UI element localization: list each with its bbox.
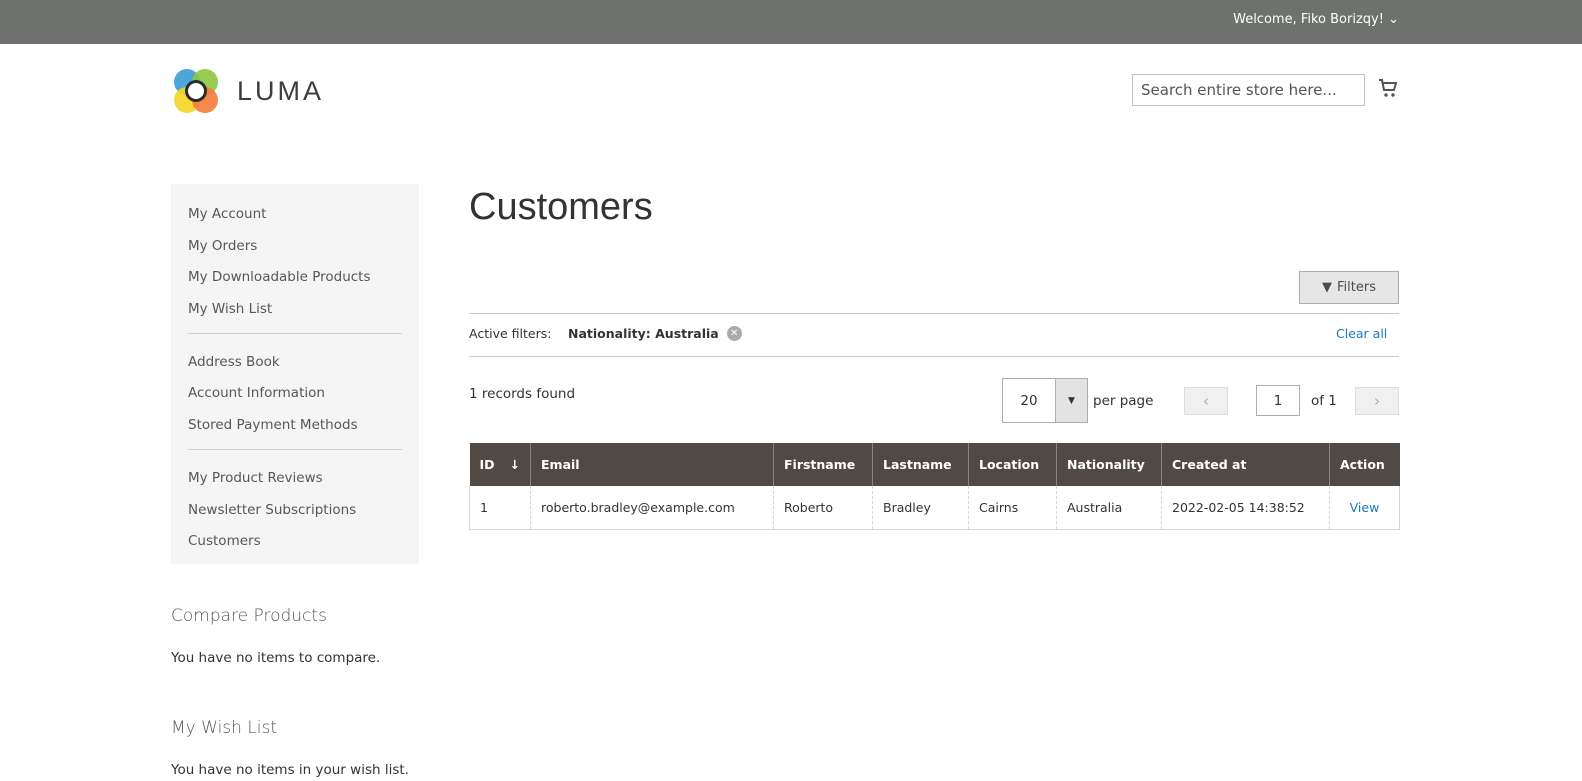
divider bbox=[469, 356, 1399, 357]
filter-icon: ▼ bbox=[1322, 280, 1333, 295]
cell-id: 1 bbox=[469, 486, 531, 530]
per-page-select[interactable]: 20 ▼ bbox=[1002, 378, 1088, 423]
wishlist-text: You have no items in your wish list. bbox=[171, 762, 409, 778]
compare-title: Compare Products bbox=[171, 606, 327, 626]
divider bbox=[188, 448, 402, 450]
prev-page-button[interactable]: ‹ bbox=[1184, 387, 1228, 415]
wishlist-title: My Wish List bbox=[171, 718, 278, 738]
column-lastname[interactable]: Lastname bbox=[872, 443, 969, 486]
chevron-down-icon: ⌄ bbox=[1388, 12, 1399, 27]
nav-account-information[interactable]: Account Information bbox=[188, 383, 402, 415]
column-id[interactable]: ID ↓ bbox=[469, 443, 531, 486]
per-page-value: 20 bbox=[1020, 392, 1038, 409]
nav-my-account[interactable]: My Account bbox=[188, 204, 402, 236]
page-input[interactable]: 1 bbox=[1256, 385, 1300, 416]
cell-email: roberto.bradley@example.com bbox=[530, 486, 774, 530]
view-link[interactable]: View bbox=[1350, 500, 1380, 515]
active-filters-label: Active filters: bbox=[469, 326, 552, 341]
table-row: 1 roberto.bradley@example.com Roberto Br… bbox=[469, 486, 1400, 530]
column-firstname[interactable]: Firstname bbox=[773, 443, 873, 486]
next-page-button[interactable]: › bbox=[1355, 387, 1399, 415]
cell-lastname: Bradley bbox=[872, 486, 969, 530]
nav-wish-list[interactable]: My Wish List bbox=[188, 299, 402, 331]
cell-location: Cairns bbox=[968, 486, 1057, 530]
column-created-at[interactable]: Created at bbox=[1161, 443, 1330, 486]
nav-stored-payment-methods[interactable]: Stored Payment Methods bbox=[188, 415, 402, 447]
remove-filter-icon[interactable]: ✕ bbox=[726, 326, 742, 341]
column-email[interactable]: Email bbox=[530, 443, 774, 486]
column-location[interactable]: Location bbox=[968, 443, 1057, 486]
filters-label: Filters bbox=[1337, 280, 1376, 295]
luma-logo-icon bbox=[174, 69, 218, 113]
customer-menu[interactable]: Welcome, Fiko Borizqy! ⌄ bbox=[1233, 12, 1399, 27]
search-placeholder: Search entire store here... bbox=[1141, 81, 1337, 99]
nav-newsletter[interactable]: Newsletter Subscriptions bbox=[188, 500, 402, 532]
divider bbox=[188, 332, 402, 334]
compare-text: You have no items to compare. bbox=[171, 650, 381, 666]
logo[interactable]: LUMA bbox=[171, 66, 324, 116]
page-total: of 1 bbox=[1311, 393, 1337, 409]
caret-down-icon[interactable]: ▼ bbox=[1055, 379, 1087, 422]
nav-my-orders[interactable]: My Orders bbox=[188, 236, 402, 268]
clear-all-link[interactable]: Clear all bbox=[1336, 326, 1387, 341]
cart-icon[interactable] bbox=[1378, 78, 1398, 102]
active-filter-chip: Nationality: Australia ✕ bbox=[568, 326, 742, 341]
column-nationality[interactable]: Nationality bbox=[1056, 443, 1162, 486]
logo-text: LUMA bbox=[237, 75, 325, 106]
cell-nationality: Australia bbox=[1056, 486, 1162, 530]
cell-firstname: Roberto bbox=[773, 486, 873, 530]
active-filter-text: Nationality: Australia bbox=[568, 326, 719, 341]
nav-downloadable-products[interactable]: My Downloadable Products bbox=[188, 267, 402, 299]
filters-button[interactable]: ▼ Filters bbox=[1299, 271, 1399, 304]
nav-product-reviews[interactable]: My Product Reviews bbox=[188, 468, 402, 500]
customers-table: ID ↓ Email Firstname Lastname Location Na… bbox=[469, 443, 1400, 530]
nav-customers[interactable]: Customers bbox=[188, 531, 402, 563]
page-title: Customers bbox=[469, 186, 653, 228]
search-input[interactable]: Search entire store here...⚲ bbox=[1132, 74, 1365, 106]
cell-action: View bbox=[1329, 486, 1400, 530]
per-page-label: per page bbox=[1093, 393, 1154, 409]
divider bbox=[469, 313, 1399, 314]
welcome-text: Welcome, Fiko Borizqy! bbox=[1233, 12, 1384, 27]
nav-address-book[interactable]: Address Book bbox=[188, 352, 402, 384]
column-action: Action bbox=[1329, 443, 1400, 486]
chevron-right-icon: › bbox=[1374, 392, 1380, 410]
top-bar: Welcome, Fiko Borizqy! ⌄ bbox=[0, 0, 1582, 44]
chevron-left-icon: ‹ bbox=[1203, 392, 1209, 410]
records-count: 1 records found bbox=[469, 386, 576, 402]
sort-arrow-icon: ↓ bbox=[509, 457, 520, 472]
account-nav: My Account My Orders My Downloadable Pro… bbox=[171, 184, 419, 564]
cell-created-at: 2022-02-05 14:38:52 bbox=[1161, 486, 1330, 530]
